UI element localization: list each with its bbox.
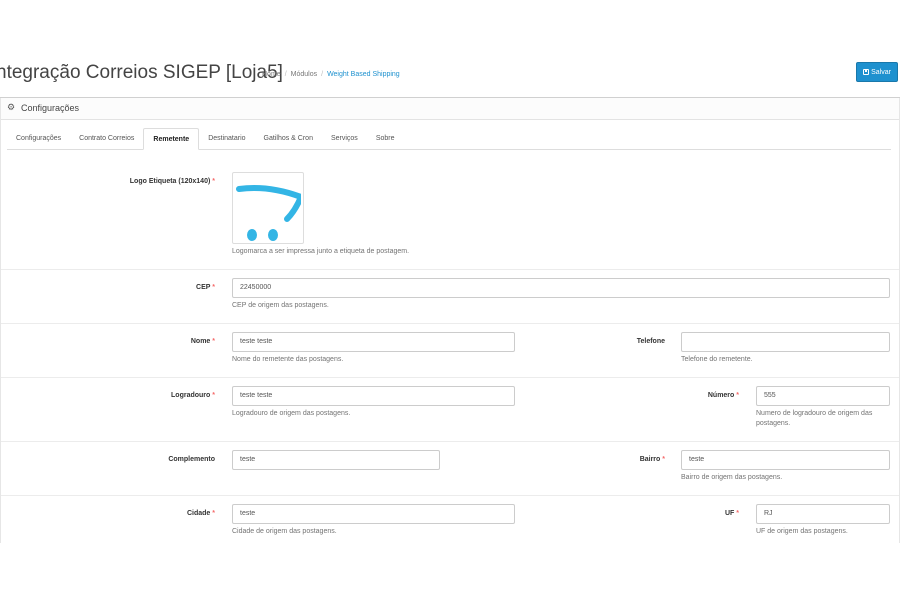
- nome-help: Nome do remetente das postagens.: [232, 356, 344, 363]
- logo-label: Logo Etiqueta (120x140) *: [111, 178, 215, 185]
- page-header: ntegração Correios SIGEP [Loja5] Home / Mó…: [0, 58, 900, 98]
- tab-servicos[interactable]: Serviços: [322, 128, 367, 149]
- cep-help: CEP de origem das postagens.: [232, 302, 329, 309]
- tab-sobre[interactable]: Sobre: [367, 128, 404, 149]
- telefone-help: Telefone do remetente.: [681, 356, 753, 363]
- required-mark: *: [212, 338, 215, 345]
- gear-icon: ⚙: [7, 103, 16, 113]
- cidade-label-text: Cidade: [186, 510, 211, 517]
- page-title: ntegração Correios SIGEP [Loja5]: [0, 62, 283, 83]
- settings-panel: ⚙ Configurações Configurações Contrato C…: [0, 98, 900, 543]
- complemento-label: Complemento: [168, 456, 215, 463]
- divider: [1, 323, 899, 324]
- complemento-input[interactable]: teste: [232, 450, 440, 470]
- save-button[interactable]: Salvar: [856, 62, 898, 82]
- save-icon: [863, 69, 870, 75]
- divider: [1, 441, 899, 442]
- uf-input[interactable]: RJ: [756, 504, 890, 524]
- uf-label-text: UF: [724, 510, 735, 517]
- numero-help-line2: postagens.: [756, 420, 791, 427]
- required-mark: *: [662, 456, 665, 463]
- bairro-input[interactable]: teste: [681, 450, 890, 470]
- breadcrumb-home[interactable]: Home: [262, 71, 281, 78]
- logo-label-text: Logo Etiqueta (120x140): [129, 178, 211, 185]
- required-mark: *: [212, 392, 215, 399]
- breadcrumb-separator: /: [284, 71, 287, 78]
- numero-label-text: Número: [707, 392, 735, 399]
- breadcrumb: Home / Módulos / Weight Based Shipping: [262, 71, 400, 78]
- tab-destinatario[interactable]: Destinatario: [199, 128, 254, 149]
- panel-title: Configurações: [21, 103, 80, 113]
- breadcrumb-current[interactable]: Weight Based Shipping: [327, 71, 400, 78]
- required-mark: *: [736, 392, 739, 399]
- tab-gatilhos-cron[interactable]: Gatilhos & Cron: [255, 128, 322, 149]
- breadcrumb-modules[interactable]: Módulos: [291, 71, 317, 78]
- breadcrumb-separator: /: [321, 71, 324, 78]
- numero-help-line1: Numero de logradouro de origem das: [756, 410, 873, 417]
- divider: [1, 377, 899, 378]
- nome-label-text: Nome: [190, 338, 211, 345]
- logradouro-label: Logradouro *: [131, 392, 215, 399]
- logradouro-help: Logradouro de origem das postagens.: [232, 410, 351, 417]
- numero-label: Número *: [671, 392, 739, 399]
- uf-label: UF *: [681, 510, 739, 517]
- bairro-label: Bairro *: [601, 456, 665, 463]
- panel-heading: ⚙ Configurações: [1, 98, 899, 120]
- telefone-input[interactable]: [681, 332, 890, 352]
- telefone-label: Telefone: [636, 338, 665, 345]
- divider: [1, 269, 899, 270]
- bairro-help: Bairro de origem das postagens.: [681, 474, 783, 481]
- tab-bar: Configurações Contrato Correios Remetent…: [7, 128, 891, 150]
- cart-logo-icon: [236, 185, 305, 241]
- uf-help: UF de origem das postagens.: [756, 528, 848, 535]
- logradouro-label-text: Logradouro: [171, 392, 211, 399]
- divider: [1, 495, 899, 496]
- save-button-label: Salvar: [871, 68, 891, 76]
- bairro-label-text: Bairro: [639, 456, 661, 463]
- logradouro-input[interactable]: teste teste: [232, 386, 515, 406]
- cidade-label: Cidade *: [151, 510, 215, 517]
- cep-label-text: CEP: [196, 284, 211, 291]
- required-mark: *: [212, 284, 215, 291]
- logo-upload[interactable]: [232, 172, 305, 244]
- cidade-input[interactable]: teste: [232, 504, 515, 524]
- logo-help: Logomarca a ser impressa junto a etiquet…: [232, 248, 410, 255]
- tab-contrato-correios[interactable]: Contrato Correios: [70, 128, 143, 149]
- cidade-help: Cidade de origem das postagens.: [232, 528, 337, 535]
- required-mark: *: [736, 510, 739, 517]
- required-mark: *: [212, 510, 215, 517]
- cep-input[interactable]: 22450000: [232, 278, 890, 298]
- required-mark: *: [212, 178, 215, 185]
- tab-configuracoes[interactable]: Configurações: [7, 128, 70, 149]
- numero-input[interactable]: 555: [756, 386, 890, 406]
- nome-input[interactable]: teste teste: [232, 332, 515, 352]
- tab-remetente[interactable]: Remetente: [143, 128, 200, 150]
- cep-label: CEP *: [151, 284, 215, 291]
- nome-label: Nome *: [151, 338, 215, 345]
